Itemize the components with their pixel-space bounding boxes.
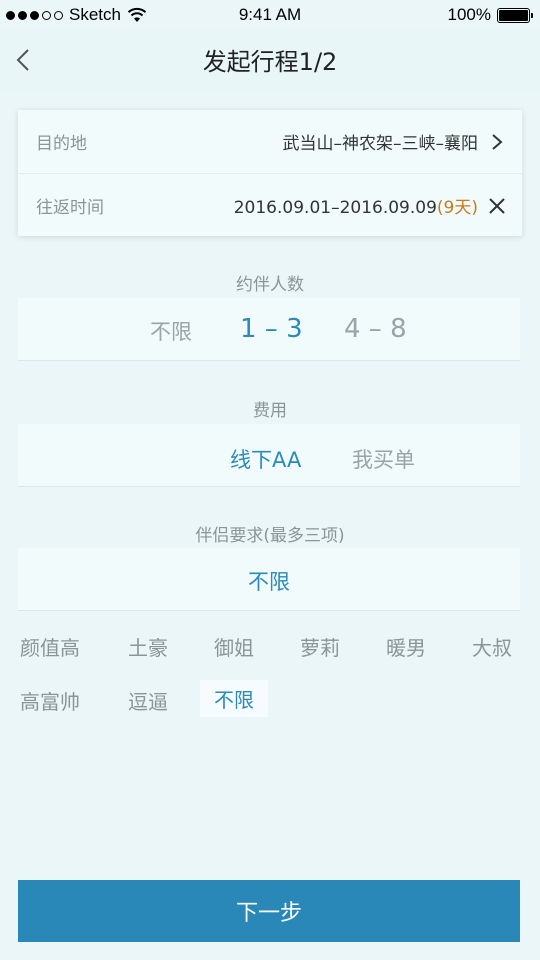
tag-yujie[interactable]: 御姐: [214, 632, 254, 661]
companions-options: 不限 1 – 3 4 – 8: [18, 298, 520, 361]
cost-option-my-treat[interactable]: 我买单: [352, 444, 415, 474]
dates-range: 2016.09.01–2016.09.09: [233, 198, 437, 218]
destination-row[interactable]: 目的地 武当山–神农架–三峡–襄阳: [18, 110, 522, 173]
tag-uncle[interactable]: 大叔: [472, 632, 512, 661]
chevron-right-icon: [492, 133, 503, 150]
partner-selected-panel: 不限: [18, 548, 520, 611]
tag-looks[interactable]: 颜值高: [20, 632, 80, 661]
tag-funny[interactable]: 逗逼: [128, 686, 168, 715]
status-bar: Sketch 9:41 AM 100%: [0, 0, 540, 30]
tag-tall-rich-handsome[interactable]: 高富帅: [20, 686, 80, 715]
close-icon[interactable]: [488, 197, 506, 215]
dates-value: 2016.09.01–2016.09.09(9天): [234, 193, 478, 218]
dates-days: (9天): [436, 198, 478, 218]
next-step-button[interactable]: 下一步: [18, 880, 520, 942]
page-title: 发起行程1/2: [202, 48, 338, 76]
dates-label: 往返时间: [36, 198, 104, 218]
battery-icon: [497, 7, 533, 23]
companions-option-1-3[interactable]: 1 – 3: [240, 314, 303, 344]
trip-info-card: 目的地 武当山–神农架–三峡–襄阳 往返时间 2016.09.01–2016.0…: [18, 110, 522, 236]
tag-loli[interactable]: 萝莉: [300, 632, 340, 661]
cost-option-aa[interactable]: 线下AA: [230, 444, 301, 474]
cost-title: 费用: [253, 401, 287, 421]
tag-any[interactable]: 不限: [200, 680, 268, 717]
cost-options: 线下AA 我买单: [18, 424, 520, 487]
nav-bar: 发起行程1/2: [0, 30, 540, 90]
destination-value: 武当山–神农架–三峡–襄阳: [282, 134, 479, 154]
screen: Sketch 9:41 AM 100% 发起行程1/2 目的地 武当山–神农架–…: [0, 0, 540, 960]
tag-warm-guy[interactable]: 暖男: [386, 632, 426, 661]
companions-option-4-8[interactable]: 4 – 8: [344, 314, 407, 344]
tag-rich[interactable]: 土豪: [128, 632, 168, 661]
partner-selected-value: 不限: [248, 570, 290, 594]
battery-percent: 100%: [447, 5, 491, 24]
companions-title: 约伴人数: [236, 275, 304, 295]
destination-label: 目的地: [36, 134, 87, 154]
dates-row[interactable]: 往返时间 2016.09.01–2016.09.09(9天): [18, 173, 522, 237]
partner-title: 伴侣要求(最多三项): [195, 526, 345, 546]
companions-option-any[interactable]: 不限: [150, 316, 192, 346]
status-right: 100%: [447, 5, 533, 25]
